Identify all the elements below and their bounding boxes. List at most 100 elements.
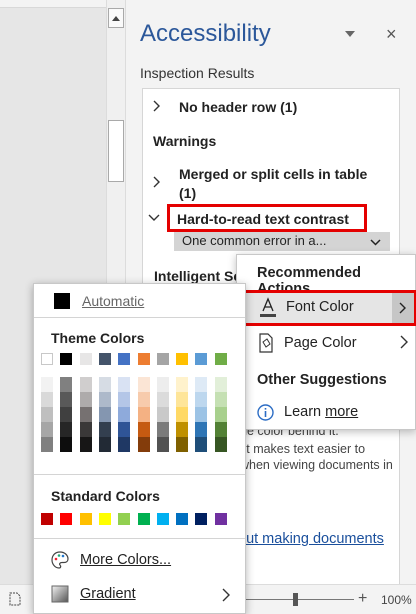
theme-shade-swatch[interactable]	[98, 377, 111, 392]
theme-shade-swatch[interactable]	[118, 377, 131, 392]
theme-shade-swatch[interactable]	[79, 392, 92, 407]
theme-color-swatch[interactable]	[214, 353, 227, 365]
theme-shade-swatch[interactable]	[137, 437, 150, 452]
standard-color-swatch[interactable]	[176, 513, 189, 525]
theme-color-swatch[interactable]	[98, 353, 111, 365]
learn-more-accessible-link[interactable]: out making documents	[238, 531, 384, 547]
theme-shade-swatch[interactable]	[214, 392, 227, 407]
theme-shade-swatch[interactable]	[176, 422, 189, 437]
standard-color-swatch[interactable]	[214, 513, 227, 525]
standard-color-swatch[interactable]	[118, 513, 131, 525]
chevron-right-icon[interactable]	[153, 100, 161, 112]
theme-shade-swatch[interactable]	[60, 437, 73, 452]
theme-shade-swatch[interactable]	[195, 437, 208, 452]
standard-color-swatch[interactable]	[60, 513, 73, 525]
theme-shade-swatch[interactable]	[118, 437, 131, 452]
theme-shade-swatch[interactable]	[195, 407, 208, 422]
theme-shade-swatch[interactable]	[60, 377, 73, 392]
theme-shade-swatch[interactable]	[195, 422, 208, 437]
scroll-up-button[interactable]	[108, 8, 124, 28]
chevron-right-icon[interactable]	[153, 176, 161, 188]
theme-shade-swatch[interactable]	[79, 407, 92, 422]
theme-shade-swatch[interactable]	[137, 422, 150, 437]
theme-shade-swatch[interactable]	[41, 437, 53, 452]
font-color-submenu-arrow[interactable]	[392, 293, 414, 323]
issue-merged-cells[interactable]: Merged or split cells in table (1)	[179, 165, 367, 203]
zoom-in-button[interactable]: +	[358, 590, 367, 608]
theme-color-swatch[interactable]	[137, 353, 150, 365]
close-pane-button[interactable]: ×	[386, 25, 397, 43]
theme-color-swatch[interactable]	[60, 353, 73, 365]
theme-shade-swatch[interactable]	[214, 422, 227, 437]
theme-shade-swatch[interactable]	[176, 407, 189, 422]
issue-no-header-row[interactable]: No header row (1)	[179, 99, 297, 115]
learn-more-item[interactable]: Learn more	[257, 402, 415, 424]
theme-shade-swatch[interactable]	[60, 407, 73, 422]
page-view-icon[interactable]	[8, 592, 22, 609]
zoom-level[interactable]: 100%	[381, 593, 412, 607]
standard-color-swatch[interactable]	[98, 513, 111, 525]
theme-shade-swatch[interactable]	[214, 437, 227, 452]
theme-color-swatch[interactable]	[176, 353, 189, 365]
error-item-dropdown[interactable]	[368, 235, 382, 249]
scroll-thumb[interactable]	[108, 120, 124, 182]
theme-shade-swatch[interactable]	[176, 377, 189, 392]
theme-shade-swatch[interactable]	[176, 392, 189, 407]
theme-shade-swatch[interactable]	[118, 422, 131, 437]
theme-shade-swatch[interactable]	[195, 377, 208, 392]
font-color-item[interactable]: Font Color	[239, 290, 416, 326]
inspection-results-label: Inspection Results	[140, 65, 255, 81]
page-color-item[interactable]: Page Color	[237, 327, 415, 359]
issue-hard-to-read-contrast[interactable]: Hard-to-read text contrast	[167, 204, 367, 232]
standard-color-swatch[interactable]	[137, 513, 150, 525]
theme-shade-swatch[interactable]	[79, 377, 92, 392]
theme-shade-swatch[interactable]	[156, 437, 169, 452]
error-item-selected[interactable]: One common error in a...	[174, 232, 390, 251]
theme-shade-swatch[interactable]	[176, 437, 189, 452]
zoom-slider-thumb[interactable]	[293, 593, 298, 606]
theme-shade-swatch[interactable]	[156, 392, 169, 407]
theme-shade-swatch[interactable]	[98, 437, 111, 452]
theme-color-swatch[interactable]	[79, 353, 92, 365]
theme-color-swatch[interactable]	[118, 353, 131, 365]
recommended-actions-menu: Recommended Actions Font Color Page Colo…	[236, 254, 416, 430]
pane-options-button[interactable]	[344, 28, 356, 40]
theme-color-swatch[interactable]	[156, 353, 169, 365]
learn-more-link[interactable]: more	[325, 404, 358, 420]
more-colors-item[interactable]: More Colors...	[34, 545, 245, 575]
standard-color-swatch[interactable]	[41, 513, 53, 525]
theme-color-swatch[interactable]	[41, 353, 53, 365]
theme-shade-swatch[interactable]	[41, 407, 53, 422]
theme-shade-swatch[interactable]	[98, 407, 111, 422]
theme-shade-swatch[interactable]	[41, 377, 53, 392]
standard-color-swatch[interactable]	[195, 513, 208, 525]
theme-shade-swatch[interactable]	[79, 437, 92, 452]
standard-color-swatch[interactable]	[79, 513, 92, 525]
theme-shade-swatch[interactable]	[214, 377, 227, 392]
theme-shade-swatch[interactable]	[60, 392, 73, 407]
standard-color-swatch[interactable]	[156, 513, 169, 525]
automatic-color-item[interactable]: Automatic	[34, 286, 245, 314]
theme-shade-swatch[interactable]	[98, 422, 111, 437]
chevron-down-icon	[369, 238, 381, 246]
theme-shade-swatch[interactable]	[137, 377, 150, 392]
theme-shade-swatch[interactable]	[137, 392, 150, 407]
theme-shade-swatch[interactable]	[60, 422, 73, 437]
theme-shade-swatch[interactable]	[79, 422, 92, 437]
gradient-item[interactable]: Gradient	[34, 579, 245, 609]
theme-shade-swatch[interactable]	[41, 392, 53, 407]
theme-shade-swatch[interactable]	[156, 407, 169, 422]
theme-shade-swatch[interactable]	[98, 392, 111, 407]
theme-shade-swatch[interactable]	[156, 377, 169, 392]
caret-down-icon	[345, 31, 355, 37]
theme-shade-swatch[interactable]	[41, 422, 53, 437]
theme-shade-swatch[interactable]	[214, 407, 227, 422]
chevron-down-icon[interactable]	[148, 214, 160, 222]
theme-shade-swatch[interactable]	[118, 407, 131, 422]
theme-color-swatch[interactable]	[195, 353, 208, 365]
theme-shade-swatch[interactable]	[137, 407, 150, 422]
theme-shade-swatch[interactable]	[195, 392, 208, 407]
theme-shade-swatch[interactable]	[156, 422, 169, 437]
warnings-heading: Warnings	[153, 133, 217, 149]
theme-shade-swatch[interactable]	[118, 392, 131, 407]
